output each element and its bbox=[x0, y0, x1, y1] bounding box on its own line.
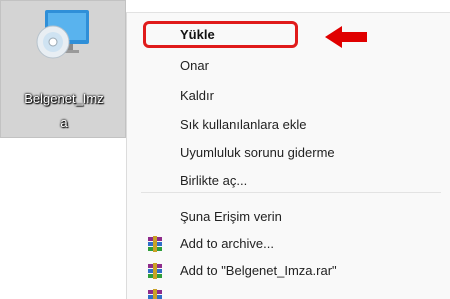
installer-disc-icon bbox=[36, 10, 89, 59]
menu-item-sik-kullanilanlara-ekle[interactable]: Sık kullanılanlara ekle bbox=[127, 113, 450, 137]
menu-item-label: Uyumluluk sorunu giderme bbox=[180, 145, 335, 160]
menu-item-label: Kaldır bbox=[180, 88, 214, 103]
menu-item-suna-erisim-verin[interactable]: Şuna Erişim verin bbox=[127, 205, 450, 229]
menu-item-uyumluluk-sorunu-giderme[interactable]: Uyumluluk sorunu giderme bbox=[127, 141, 450, 165]
winrar-archive-icon bbox=[148, 236, 162, 252]
desktop-shortcut-belgenet-imza[interactable]: Belgenet_Imz a bbox=[0, 0, 126, 138]
menu-item-label: Birlikte aç... bbox=[180, 173, 248, 188]
menu-item-onar[interactable]: Onar bbox=[127, 54, 450, 78]
desktop-icon-label: Belgenet_Imz a bbox=[5, 87, 123, 135]
menu-item-label: Onar bbox=[180, 58, 209, 73]
menu-item-add-to-rar[interactable]: Add to "Belgenet_Imza.rar" bbox=[127, 259, 450, 283]
menu-separator bbox=[141, 192, 441, 193]
menu-item-label: Add to archive... bbox=[180, 236, 274, 251]
menu-item-add-to-archive[interactable]: Add to archive... bbox=[127, 232, 450, 256]
menu-item-label: Şuna Erişim verin bbox=[180, 209, 282, 224]
red-arrow-icon bbox=[325, 26, 367, 48]
highlight-box bbox=[143, 21, 298, 48]
context-menu: Yükle Onar Kaldır Sık kullanılanlara ekl… bbox=[126, 12, 450, 299]
winrar-archive-icon bbox=[148, 263, 162, 279]
menu-item-kaldir[interactable]: Kaldır bbox=[127, 84, 450, 108]
winrar-archive-icon bbox=[148, 289, 162, 299]
menu-item-label: Sık kullanılanlara ekle bbox=[180, 117, 307, 132]
icon-label-line-1: Belgenet_Imz bbox=[24, 91, 104, 106]
icon-label-line-2: a bbox=[60, 115, 68, 130]
menu-item-birlikte-ac[interactable]: Birlikte aç... bbox=[127, 169, 450, 193]
menu-item-label: Add to "Belgenet_Imza.rar" bbox=[180, 263, 337, 278]
